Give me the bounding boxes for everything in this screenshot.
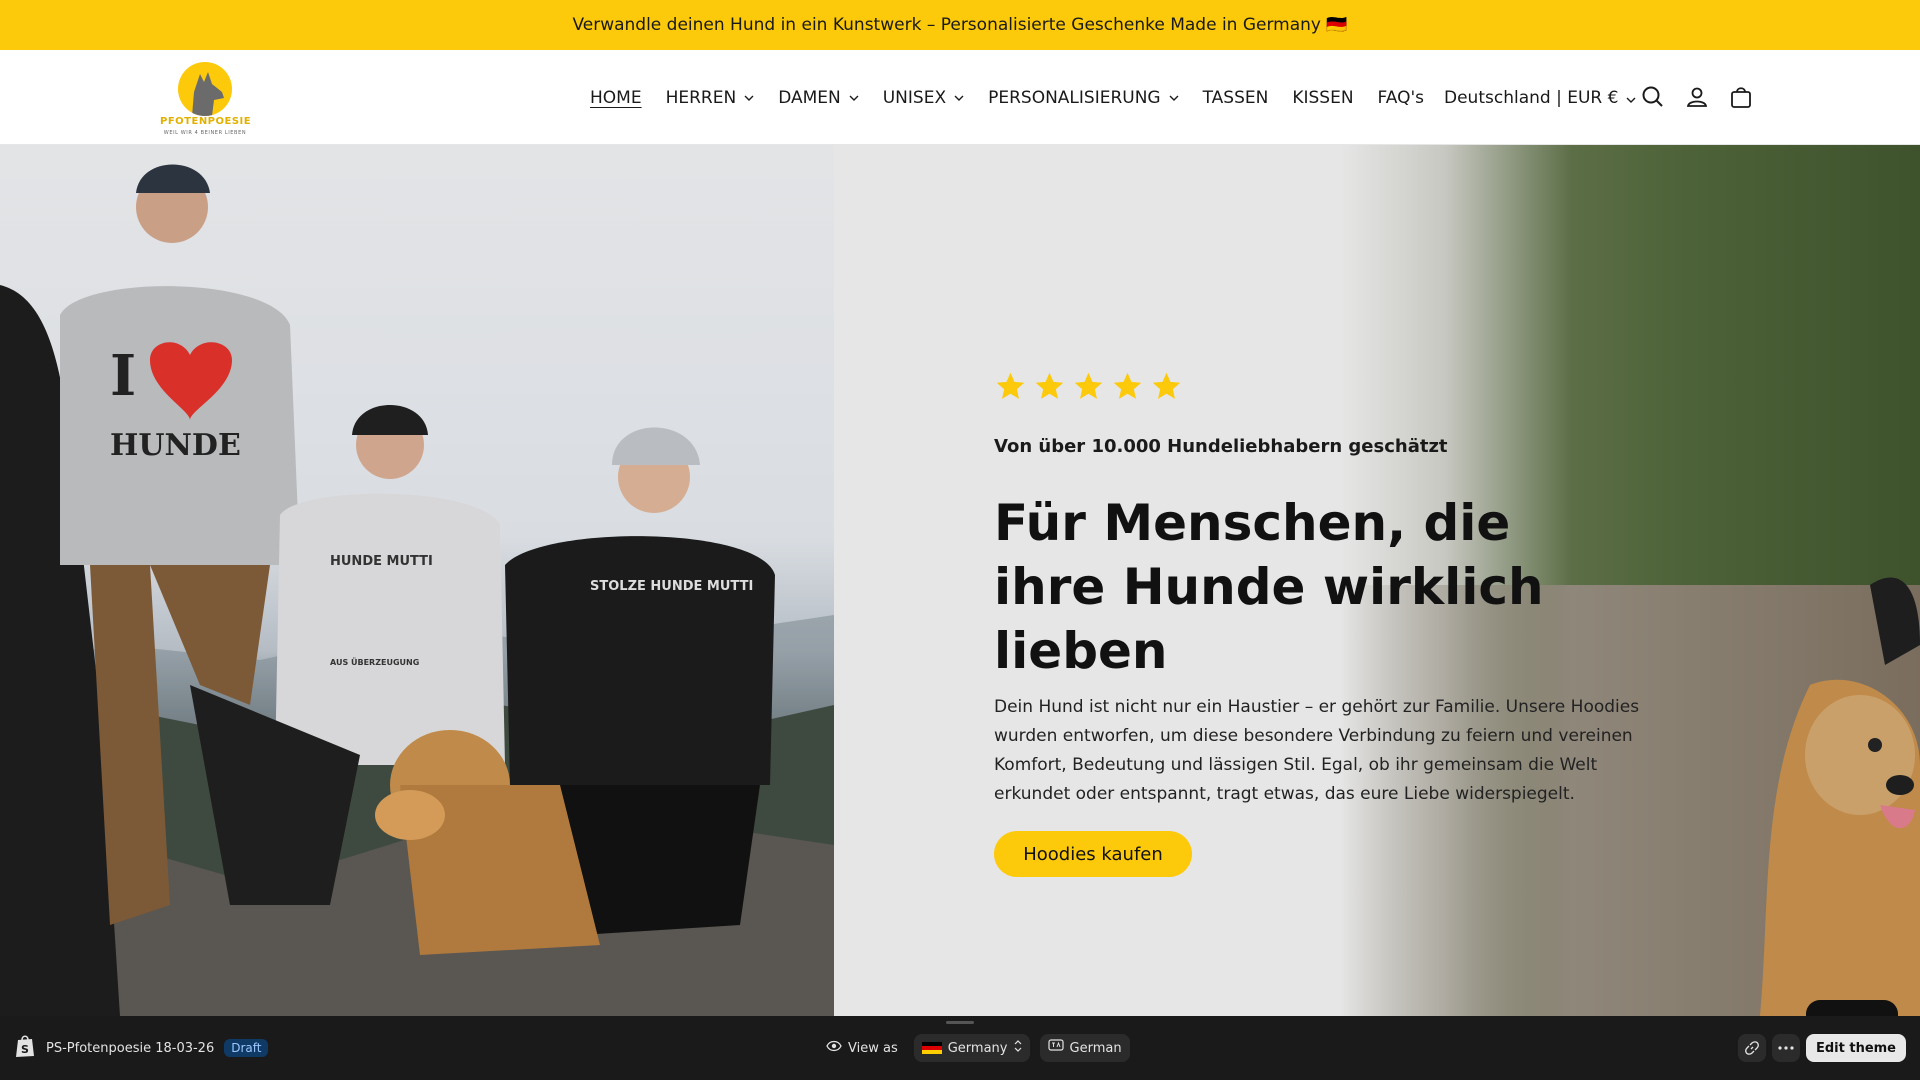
view-as-label: View as bbox=[820, 1034, 904, 1062]
view-as-text: View as bbox=[848, 1040, 898, 1056]
cart-icon[interactable] bbox=[1728, 84, 1754, 110]
country-label: Germany bbox=[947, 1040, 1008, 1056]
link-icon[interactable] bbox=[1737, 1034, 1766, 1062]
site-header: PFOTENPOESIE WEIL WIR 4 BEINER LIEBEN HO… bbox=[0, 50, 1920, 145]
trust-line: Von über 10.000 Hundeliebhabern geschätz… bbox=[994, 436, 1448, 457]
eye-icon bbox=[826, 1040, 842, 1056]
preview-bar-controls: View as Germany German bbox=[820, 1016, 1130, 1080]
preview-bar-store: S PS-Pfotenpoesie 18-03-26 Draft bbox=[14, 1016, 269, 1080]
svg-text:HUNDE: HUNDE bbox=[110, 428, 241, 463]
nav-personalisierung[interactable]: PERSONALISIERUNG bbox=[988, 88, 1179, 108]
nav-label: PERSONALISIERUNG bbox=[988, 87, 1161, 108]
nav-label: HOME bbox=[590, 87, 642, 108]
logo-tagline: WEIL WIR 4 BEINER LIEBEN bbox=[163, 130, 247, 136]
hero-headline: Für Menschen, die ihre Hunde wirklich li… bbox=[994, 494, 1544, 680]
chevron-down-icon bbox=[1169, 93, 1179, 103]
preview-bar: S PS-Pfotenpoesie 18-03-26 Draft View as… bbox=[0, 1016, 1920, 1080]
more-options-icon[interactable] bbox=[1771, 1034, 1800, 1062]
chevron-down-icon bbox=[1626, 88, 1636, 108]
chevron-down-icon bbox=[849, 93, 859, 103]
svg-text:AUS ÜBERZEUGUNG: AUS ÜBERZEUGUNG bbox=[330, 657, 419, 667]
svg-text:HUNDE MUTTI: HUNDE MUTTI bbox=[330, 554, 433, 569]
logo-name: PFOTENPOESIE bbox=[160, 116, 252, 127]
nav-label: DAMEN bbox=[778, 87, 841, 108]
shop-hoodies-button[interactable]: Hoodies kaufen bbox=[994, 831, 1192, 877]
star-icon bbox=[1074, 372, 1103, 399]
shopify-bag-icon: S bbox=[14, 1034, 36, 1062]
star-icon bbox=[1035, 372, 1064, 399]
nav-unisex[interactable]: UNISEX bbox=[883, 88, 964, 108]
svg-text:S: S bbox=[21, 1043, 29, 1056]
search-icon[interactable] bbox=[1640, 84, 1666, 110]
star-icon bbox=[996, 372, 1025, 399]
nav-herren[interactable]: HERREN bbox=[666, 88, 755, 108]
store-logo[interactable]: PFOTENPOESIE WEIL WIR 4 BEINER LIEBEN bbox=[160, 58, 252, 138]
germany-flag-icon bbox=[921, 1041, 942, 1055]
nav-label: FAQ's bbox=[1377, 87, 1424, 108]
hero-banner: I HUNDE HUNDE MUTTI AUS ÜBERZEUGUNG STOL… bbox=[0, 145, 1920, 1016]
nav-label: HERREN bbox=[665, 87, 737, 108]
chevron-down-icon bbox=[744, 93, 754, 103]
rating-stars bbox=[994, 370, 1674, 406]
svg-text:I: I bbox=[110, 343, 136, 409]
preview-bar-actions: Edit theme bbox=[1737, 1016, 1906, 1080]
account-icon[interactable] bbox=[1684, 84, 1710, 110]
nav-home[interactable]: HOME bbox=[590, 88, 642, 108]
announcement-bar: Verwandle deinen Hund in ein Kunstwerk –… bbox=[0, 0, 1920, 50]
language-selector[interactable]: German bbox=[1039, 1034, 1130, 1062]
hero-body: Dein Hund ist nicht nur ein Haustier – e… bbox=[994, 697, 1640, 804]
status-badge: Draft bbox=[224, 1039, 269, 1057]
chevron-down-icon bbox=[954, 93, 964, 103]
locale-selector[interactable]: Deutschland | EUR € bbox=[1444, 50, 1636, 145]
nav-kissen[interactable]: KISSEN bbox=[1292, 88, 1353, 108]
nav-damen[interactable]: DAMEN bbox=[778, 88, 859, 108]
edit-theme-button[interactable]: Edit theme bbox=[1805, 1034, 1906, 1062]
nav-label: TASSEN bbox=[1202, 87, 1269, 108]
nav-tassen[interactable]: TASSEN bbox=[1203, 88, 1269, 108]
nav-faq[interactable]: FAQ's bbox=[1378, 88, 1424, 108]
nav-label: KISSEN bbox=[1292, 87, 1354, 108]
star-icon bbox=[1113, 372, 1142, 399]
star-icon bbox=[1152, 372, 1181, 399]
chevron-up-down-icon bbox=[1014, 1040, 1022, 1056]
store-name: PS-Pfotenpoesie 18-03-26 bbox=[46, 1040, 215, 1056]
main-nav: HOME HERREN DAMEN UNISEX PERSONALISIERUN… bbox=[590, 50, 1448, 145]
hero-content: Von über 10.000 Hundeliebhabern geschätz… bbox=[994, 370, 1674, 877]
logo-dog-icon bbox=[178, 62, 232, 116]
language-icon bbox=[1047, 1039, 1064, 1057]
hero-image-people: I HUNDE HUNDE MUTTI AUS ÜBERZEUGUNG STOL… bbox=[0, 145, 834, 1016]
country-selector[interactable]: Germany bbox=[913, 1034, 1030, 1062]
nav-label: UNISEX bbox=[882, 87, 947, 108]
language-label: German bbox=[1069, 1040, 1122, 1056]
svg-text:STOLZE HUNDE MUTTI: STOLZE HUNDE MUTTI bbox=[590, 579, 753, 594]
locale-label: Deutschland | EUR € bbox=[1444, 87, 1619, 108]
announcement-text: Verwandle deinen Hund in ein Kunstwerk –… bbox=[572, 15, 1348, 35]
